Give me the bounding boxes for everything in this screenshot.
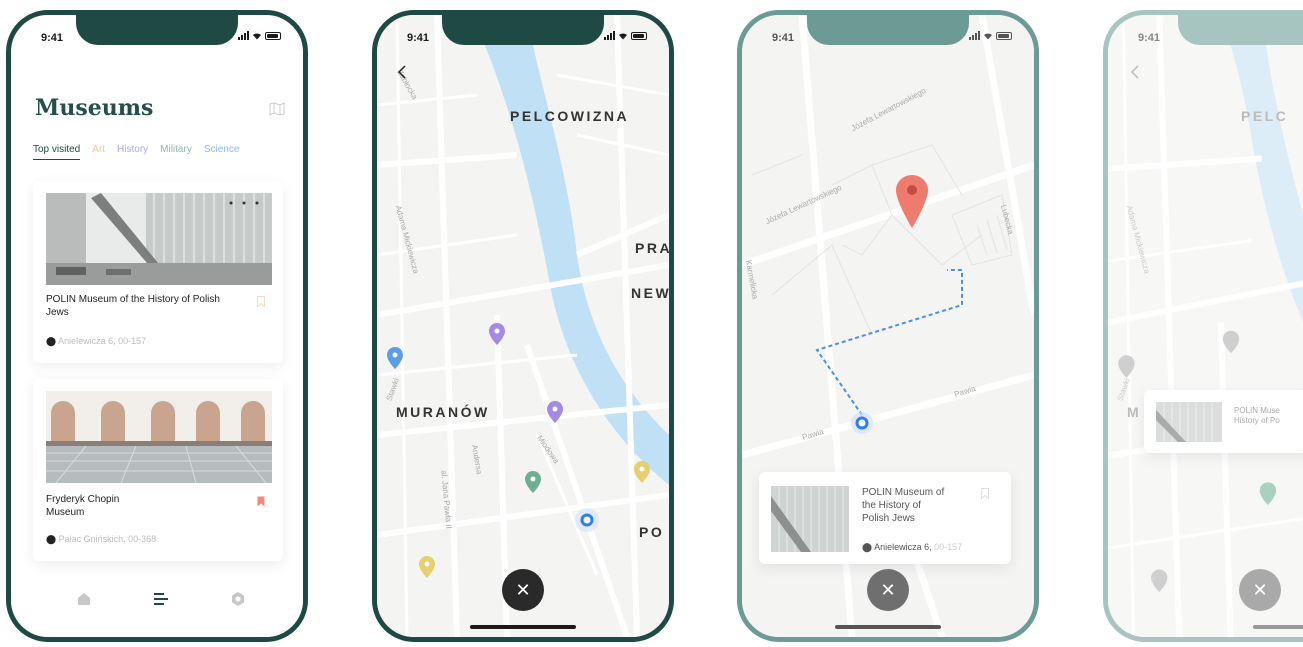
signal-icon	[604, 31, 615, 40]
category-tabs: Top visited Art History Military Science	[33, 144, 291, 160]
museum-address: ⬤ Anielewicza 6, 00-157	[862, 542, 963, 552]
home-icon[interactable]	[75, 591, 93, 607]
partial-map-phone: PELC M Stawki Adama Mickiewicza POLIN Mu…	[1103, 10, 1303, 642]
close-button[interactable]: ✕	[867, 569, 909, 611]
museum-name: POLIN Museum of the History of Polish Je…	[46, 294, 220, 318]
wifi-icon	[984, 33, 992, 40]
status-time: 9:41	[1138, 32, 1161, 44]
district-label: NEW	[631, 285, 672, 301]
page-title: Museums	[35, 95, 154, 121]
bookmark-icon[interactable]	[981, 488, 989, 499]
district-label: PELCOWIZNA	[510, 108, 630, 124]
status-time: 9:41	[772, 32, 795, 44]
district-label: PO	[639, 524, 665, 540]
back-arrow-icon[interactable]	[1130, 65, 1140, 79]
list-icon[interactable]	[152, 591, 170, 607]
home-indicator	[470, 625, 576, 629]
museum-card-chopin[interactable]: Fryderyk Chopin Museum ⬤ Pałac Gnińskich…	[33, 379, 283, 561]
museum-card-polin[interactable]: POLIN Museum of the History of Polish Je…	[33, 181, 283, 363]
museum-name: POLIN Museum of the History of Polish Je…	[862, 487, 945, 524]
tab-art[interactable]: Art	[92, 144, 105, 160]
museum-thumbnail	[771, 486, 849, 552]
district-label: PRA	[635, 240, 673, 256]
status-bar: 9:41	[1108, 25, 1303, 45]
signal-icon	[969, 31, 980, 40]
museum-photo-polin	[46, 193, 272, 285]
museum-address: ⬤ Pałac Gnińskich, 00-368	[46, 534, 157, 544]
district-label: MURANÓW	[396, 404, 490, 420]
wifi-icon	[619, 33, 627, 40]
home-indicator	[1253, 625, 1303, 629]
battery-icon	[265, 32, 281, 40]
museum-name: Fryderyk Chopin Museum	[46, 494, 120, 518]
bookmark-icon[interactable]	[257, 296, 265, 307]
museum-thumbnail	[1156, 402, 1222, 442]
battery-icon	[631, 32, 647, 40]
location-pin-icon: ⬤	[46, 336, 57, 346]
settings-icon[interactable]	[229, 591, 247, 607]
close-button[interactable]: ✕	[1239, 569, 1281, 611]
close-button[interactable]: ✕	[502, 569, 544, 611]
back-arrow-icon[interactable]	[397, 65, 407, 79]
route-phone: Józefa Lewartowskiego Józefa Lewartowski…	[737, 10, 1039, 642]
bottom-tab-bar	[11, 577, 303, 637]
status-bar: 9:41	[742, 25, 1034, 45]
museum-name: POLIN Muse History of Po	[1234, 406, 1280, 425]
wifi-icon	[253, 33, 261, 40]
district-label: M	[1127, 404, 1142, 420]
home-indicator	[835, 625, 941, 629]
museums-phone: 9:41 Museums Top visited Art History Mil…	[6, 10, 308, 642]
museum-preview-card[interactable]: POLIN Museum of the History of Polish Je…	[759, 472, 1011, 564]
status-time: 9:41	[41, 32, 64, 44]
tab-science[interactable]: Science	[204, 144, 240, 160]
signal-icon	[238, 31, 249, 40]
district-label: PELC	[1241, 108, 1289, 124]
bookmark-filled-icon[interactable]	[257, 496, 265, 507]
tab-military[interactable]: Military	[160, 144, 192, 160]
museum-address: ⬤ Anielewicza 6, 00-157	[46, 336, 147, 346]
tab-top-visited[interactable]: Top visited	[33, 144, 81, 160]
location-pin-icon: ⬤	[862, 542, 873, 552]
battery-icon	[996, 32, 1012, 40]
museum-preview-card[interactable]: POLIN Muse History of Po	[1144, 390, 1303, 453]
tab-history[interactable]: History	[117, 144, 148, 160]
status-bar: 9:41	[11, 25, 303, 45]
status-bar: 9:41	[377, 25, 669, 45]
status-time: 9:41	[407, 32, 430, 44]
map-phone: PELCOWIZNA PRA NEW MURANÓW PO Stawki Ada…	[372, 10, 674, 642]
map-icon[interactable]	[269, 102, 285, 116]
museum-photo-chopin	[46, 391, 272, 483]
location-pin-icon: ⬤	[46, 534, 57, 544]
